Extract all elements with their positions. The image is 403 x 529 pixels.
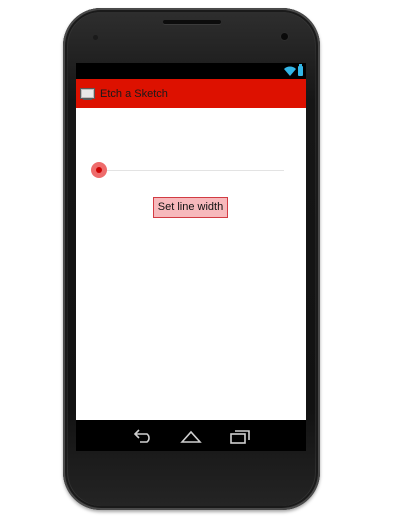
recent-apps-icon[interactable] bbox=[228, 428, 252, 444]
device-frame: Etch a Sketch Set line width bbox=[0, 0, 403, 529]
earpiece-speaker bbox=[163, 20, 221, 24]
action-bar: Etch a Sketch bbox=[76, 79, 306, 108]
main-content: Set line width bbox=[76, 108, 306, 420]
battery-icon bbox=[298, 64, 303, 76]
proximity-sensor bbox=[93, 35, 98, 40]
line-width-slider-thumb[interactable] bbox=[91, 162, 107, 178]
navigation-bar bbox=[76, 420, 306, 451]
line-width-slider-track[interactable] bbox=[100, 170, 284, 171]
status-bar bbox=[76, 63, 306, 79]
back-icon[interactable] bbox=[131, 428, 155, 444]
app-icon bbox=[80, 87, 95, 100]
app-title: Etch a Sketch bbox=[100, 87, 168, 100]
set-line-width-button[interactable]: Set line width bbox=[153, 197, 228, 218]
home-icon[interactable] bbox=[179, 428, 203, 444]
screen: Etch a Sketch Set line width bbox=[76, 63, 306, 451]
front-camera bbox=[281, 33, 288, 40]
wifi-icon bbox=[284, 66, 296, 76]
